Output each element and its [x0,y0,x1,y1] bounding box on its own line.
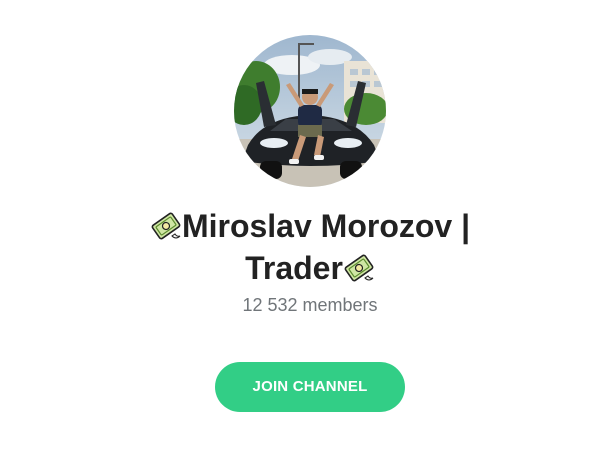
channel-title: Miroslav Morozov | Trader [110,205,510,289]
channel-title-part2: Trader [245,250,343,286]
money-with-wings-icon [344,254,374,282]
money-with-wings-icon [151,212,181,240]
channel-title-part1: Miroslav Morozov | [181,208,471,244]
avatar [234,35,386,187]
join-channel-button[interactable]: JOIN CHANNEL [215,362,405,412]
member-count: 12 532 members [242,295,378,315]
channel-preview: Miroslav Morozov | Trader 12 532 members … [0,0,610,454]
avatar-image [234,35,386,187]
